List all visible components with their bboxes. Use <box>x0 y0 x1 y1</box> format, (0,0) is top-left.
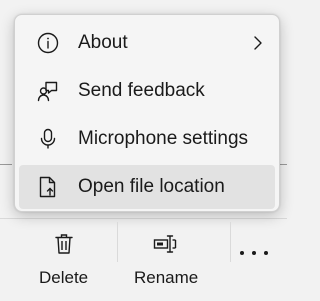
rename-label: Rename <box>134 268 199 287</box>
rename-icon <box>153 232 177 256</box>
menu-item-send-feedback[interactable]: Send feedback <box>19 69 275 113</box>
more-options-button[interactable] <box>238 248 278 260</box>
microphone-icon <box>37 128 59 150</box>
more-icon <box>240 251 244 255</box>
trash-icon <box>52 232 76 256</box>
menu-item-microphone-settings[interactable]: Microphone settings <box>19 117 275 161</box>
menu-item-label: Open file location <box>78 176 225 197</box>
menu-item-label: Microphone settings <box>78 128 249 149</box>
chevron-right-icon <box>251 35 265 51</box>
delete-button[interactable]: Delete <box>30 226 100 301</box>
delete-label: Delete <box>39 268 89 287</box>
feedback-icon <box>37 80 59 102</box>
menu-item-label: Send feedback <box>78 80 205 101</box>
command-bar-divider <box>0 218 287 219</box>
command-separator <box>117 222 118 262</box>
menu-item-open-file-location[interactable]: Open file location <box>19 165 275 209</box>
context-menu: About Send feedback Microphone settings <box>14 14 280 212</box>
menu-item-label: About <box>78 32 128 53</box>
rename-button[interactable]: Rename <box>126 226 216 301</box>
info-icon <box>37 32 59 54</box>
background-divider <box>0 164 12 165</box>
more-icon <box>264 251 268 255</box>
command-separator <box>230 222 231 262</box>
file-location-icon <box>37 176 59 198</box>
more-icon <box>252 251 256 255</box>
menu-item-about[interactable]: About <box>19 21 275 65</box>
